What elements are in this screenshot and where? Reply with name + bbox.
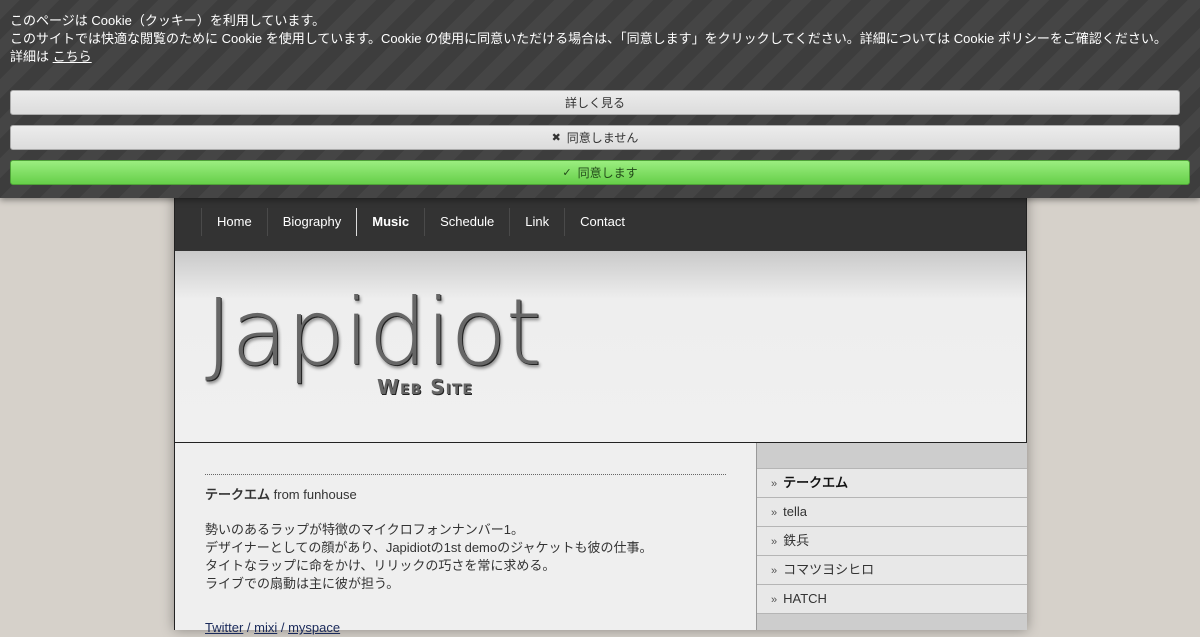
check-icon: ✓ <box>562 167 572 179</box>
accept-label: 同意します <box>577 166 638 180</box>
site-logo[interactable]: Japidiot Web Site <box>205 287 542 401</box>
double-chevron-right-icon: » <box>771 507 778 519</box>
member-from: from funhouse <box>270 487 357 502</box>
nav-music[interactable]: Music <box>356 208 424 236</box>
double-chevron-right-icon: » <box>771 536 778 548</box>
sidebar-item-label: HATCH <box>783 591 827 606</box>
cookie-message: このページは Cookie（クッキー）を利用しています。 このサイトでは快適な閲… <box>10 12 1190 66</box>
close-icon: ✖ <box>551 132 561 144</box>
sidebar-item-label: 鉄兵 <box>783 533 810 548</box>
accept-button[interactable]: ✓ 同意します <box>10 160 1190 185</box>
double-chevron-right-icon: » <box>771 478 778 490</box>
desc-line: タイトなラップに命をかけ、リリックの巧さを常に求める。 <box>205 558 556 573</box>
decline-label: 同意しません <box>566 131 639 145</box>
details-prefix: 詳細は <box>10 49 50 64</box>
sidebar-item-komatsu[interactable]: » コマツヨシヒロ <box>757 555 1027 584</box>
cookie-banner: このページは Cookie（クッキー）を利用しています。 このサイトでは快適な閲… <box>0 0 1200 198</box>
desc-line: ライブでの扇動は主に彼が担う。 <box>205 576 400 591</box>
details-link[interactable]: こちら <box>53 49 92 64</box>
main-content: テークエム from funhouse 勢いのあるラップが特徴のマイクロフォンナ… <box>205 474 726 637</box>
nav-list: Home Biography Music Schedule Link Conta… <box>201 208 640 236</box>
double-chevron-right-icon: » <box>771 565 778 577</box>
member-heading: テークエム from funhouse <box>205 486 726 504</box>
cookie-details: 詳細は こちら <box>10 48 1190 66</box>
twitter-link[interactable]: Twitter <box>205 620 243 635</box>
nav-home[interactable]: Home <box>201 208 267 236</box>
learn-more-button[interactable]: 詳しく見る <box>10 90 1180 115</box>
member-description: 勢いのあるラップが特徴のマイクロフォンナンバー1。 デザイナーとしての顔があり、… <box>205 521 726 593</box>
decline-button[interactable]: ✖ 同意しません <box>10 125 1180 150</box>
logo-sub-text: Web Site <box>377 375 473 399</box>
double-chevron-right-icon: » <box>771 594 778 606</box>
nav-link[interactable]: Link <box>509 208 564 236</box>
sidebar-item-tella[interactable]: » tella <box>757 497 1027 526</box>
desc-line: 勢いのあるラップが特徴のマイクロフォンナンバー1。 <box>205 522 524 537</box>
sidebar-item-tkm[interactable]: » テークエム <box>757 468 1027 497</box>
nav-biography[interactable]: Biography <box>266 208 357 236</box>
site-header: Japidiot Web Site <box>175 251 1026 443</box>
link-separator: / <box>277 620 289 635</box>
myspace-link[interactable]: myspace <box>288 620 340 635</box>
link-separator: / <box>243 620 255 635</box>
social-links: Twitter / mixi / myspace <box>205 619 726 637</box>
sidebar-item-label: tella <box>783 504 807 519</box>
member-name: テークエム <box>205 487 271 502</box>
mixi-link[interactable]: mixi <box>254 620 277 635</box>
cookie-title: このページは Cookie（クッキー）を利用しています。 <box>10 13 326 28</box>
logo-main-text: Japidiot <box>205 279 542 386</box>
nav-contact[interactable]: Contact <box>564 208 640 236</box>
sidebar-item-hatch[interactable]: » HATCH <box>757 584 1027 614</box>
learn-more-label: 詳しく見る <box>564 96 625 110</box>
sidebar-item-label: コマツヨシヒロ <box>783 562 875 577</box>
nav-schedule[interactable]: Schedule <box>424 208 509 236</box>
sidebar-item-label: テークエム <box>783 475 849 490</box>
cookie-body: このサイトでは快適な閲覧のために Cookie を使用しています。Cookie … <box>10 31 1167 46</box>
member-sidebar: » テークエム » tella » 鉄兵 » コマツヨシヒロ » HATCH <box>756 443 1027 630</box>
member-list: » テークエム » tella » 鉄兵 » コマツヨシヒロ » HATCH <box>757 468 1027 614</box>
desc-line: デザイナーとしての顔があり、Japidiotの1st demoのジャケットも彼の… <box>205 540 653 555</box>
sidebar-item-teppei[interactable]: » 鉄兵 <box>757 526 1027 555</box>
